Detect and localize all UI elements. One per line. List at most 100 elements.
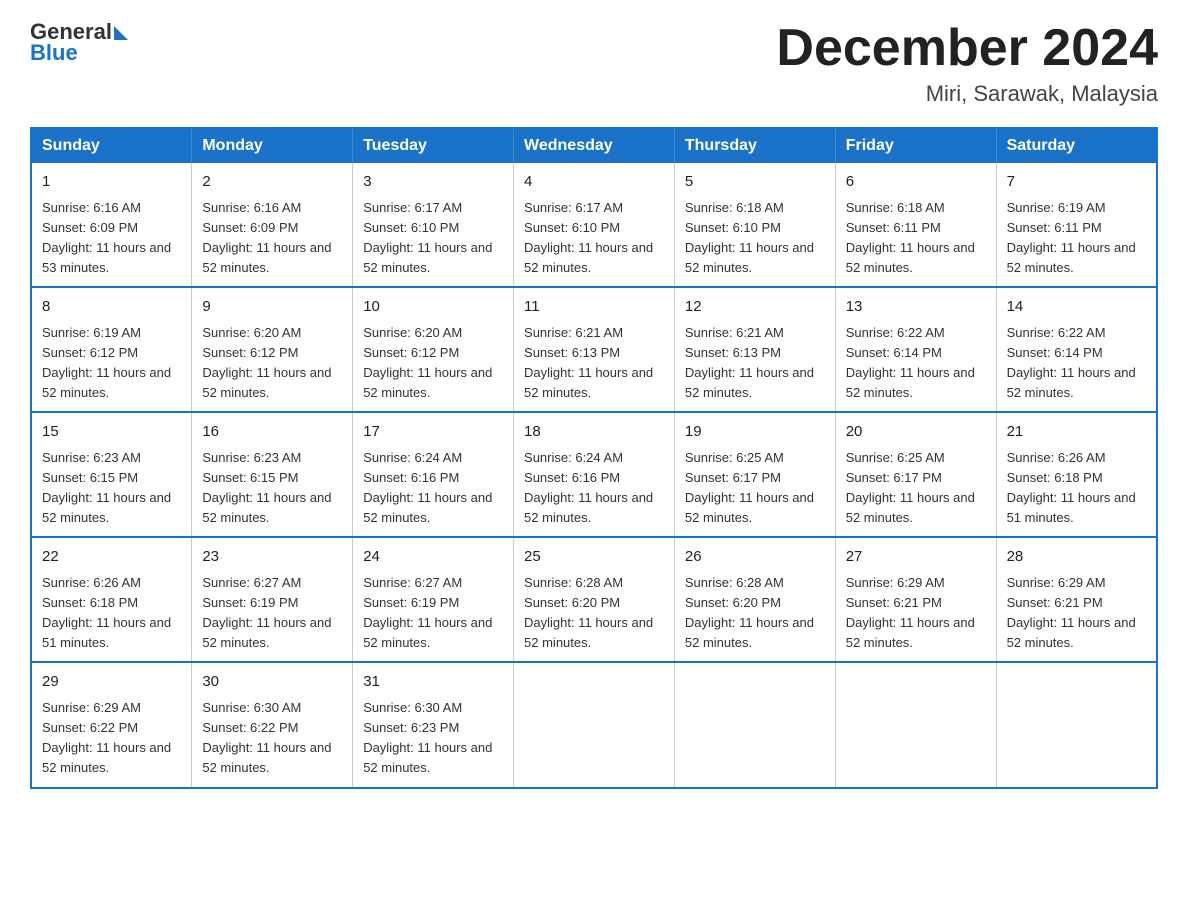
calendar-cell: 6 Sunrise: 6:18 AMSunset: 6:11 PMDaylight… bbox=[835, 163, 996, 287]
day-info: Sunrise: 6:18 AMSunset: 6:11 PMDaylight:… bbox=[846, 198, 986, 279]
day-number: 26 bbox=[685, 546, 825, 569]
calendar-header-tuesday: Tuesday bbox=[353, 128, 514, 163]
calendar-header-thursday: Thursday bbox=[674, 128, 835, 163]
calendar-cell: 23 Sunrise: 6:27 AMSunset: 6:19 PMDayligh… bbox=[192, 537, 353, 662]
day-info: Sunrise: 6:28 AMSunset: 6:20 PMDaylight:… bbox=[524, 573, 664, 654]
calendar-cell: 25 Sunrise: 6:28 AMSunset: 6:20 PMDayligh… bbox=[514, 537, 675, 662]
day-info: Sunrise: 6:22 AMSunset: 6:14 PMDaylight:… bbox=[846, 323, 986, 404]
day-info: Sunrise: 6:23 AMSunset: 6:15 PMDaylight:… bbox=[202, 448, 342, 529]
day-info: Sunrise: 6:16 AMSunset: 6:09 PMDaylight:… bbox=[42, 198, 181, 279]
day-number: 30 bbox=[202, 671, 342, 694]
calendar-cell: 31Sunrise: 6:30 AMSunset: 6:23 PMDayligh… bbox=[353, 662, 514, 787]
day-number: 21 bbox=[1007, 421, 1146, 444]
day-number: 22 bbox=[42, 546, 181, 569]
calendar-cell: 2 Sunrise: 6:16 AMSunset: 6:09 PMDaylight… bbox=[192, 163, 353, 287]
calendar-cell: 30 Sunrise: 6:30 AMSunset: 6:22 PMDayligh… bbox=[192, 662, 353, 787]
day-info: Sunrise: 6:25 AMSunset: 6:17 PMDaylight:… bbox=[846, 448, 986, 529]
day-number: 25 bbox=[524, 546, 664, 569]
day-number: 20 bbox=[846, 421, 986, 444]
day-info: Sunrise: 6:21 AMSunset: 6:13 PMDaylight:… bbox=[524, 323, 664, 404]
day-number: 17 bbox=[363, 421, 503, 444]
calendar-header-monday: Monday bbox=[192, 128, 353, 163]
calendar-cell: 9Sunrise: 6:20 AMSunset: 6:12 PMDaylight… bbox=[192, 287, 353, 412]
day-number: 16 bbox=[202, 421, 342, 444]
calendar-week-row: 1 Sunrise: 6:16 AMSunset: 6:09 PMDaylight… bbox=[31, 163, 1157, 287]
calendar-cell: 12 Sunrise: 6:21 AMSunset: 6:13 PMDayligh… bbox=[674, 287, 835, 412]
day-info: Sunrise: 6:27 AMSunset: 6:19 PMDaylight:… bbox=[202, 573, 342, 654]
calendar-cell: 29 Sunrise: 6:29 AMSunset: 6:22 PMDayligh… bbox=[31, 662, 192, 787]
day-info: Sunrise: 6:22 AMSunset: 6:14 PMDaylight:… bbox=[1007, 323, 1146, 404]
day-info: Sunrise: 6:29 AMSunset: 6:22 PMDaylight:… bbox=[42, 698, 181, 779]
calendar-cell: 1 Sunrise: 6:16 AMSunset: 6:09 PMDaylight… bbox=[31, 163, 192, 287]
day-info: Sunrise: 6:17 AMSunset: 6:10 PMDaylight:… bbox=[363, 198, 503, 279]
calendar-week-row: 22 Sunrise: 6:26 AMSunset: 6:18 PMDayligh… bbox=[31, 537, 1157, 662]
calendar-header-row: SundayMondayTuesdayWednesdayThursdayFrid… bbox=[31, 128, 1157, 163]
day-number: 8 bbox=[42, 296, 181, 319]
calendar-cell: 7 Sunrise: 6:19 AMSunset: 6:11 PMDaylight… bbox=[996, 163, 1157, 287]
day-number: 11 bbox=[524, 296, 664, 319]
day-number: 6 bbox=[846, 171, 986, 194]
calendar-cell: 14 Sunrise: 6:22 AMSunset: 6:14 PMDayligh… bbox=[996, 287, 1157, 412]
day-number: 1 bbox=[42, 171, 181, 194]
day-info: Sunrise: 6:19 AMSunset: 6:12 PMDaylight:… bbox=[42, 323, 181, 404]
calendar-cell: 26 Sunrise: 6:28 AMSunset: 6:20 PMDayligh… bbox=[674, 537, 835, 662]
day-info: Sunrise: 6:20 AMSunset: 6:12 PMDaylight:… bbox=[363, 323, 503, 404]
day-number: 14 bbox=[1007, 296, 1146, 319]
calendar-header-sunday: Sunday bbox=[31, 128, 192, 163]
day-info: Sunrise: 6:20 AMSunset: 6:12 PMDaylight:… bbox=[202, 323, 342, 404]
calendar-cell: 16 Sunrise: 6:23 AMSunset: 6:15 PMDayligh… bbox=[192, 412, 353, 537]
calendar-cell: 13 Sunrise: 6:22 AMSunset: 6:14 PMDayligh… bbox=[835, 287, 996, 412]
calendar-header-wednesday: Wednesday bbox=[514, 128, 675, 163]
day-info: Sunrise: 6:16 AMSunset: 6:09 PMDaylight:… bbox=[202, 198, 342, 279]
day-number: 18 bbox=[524, 421, 664, 444]
day-info: Sunrise: 6:28 AMSunset: 6:20 PMDaylight:… bbox=[685, 573, 825, 654]
day-number: 24 bbox=[363, 546, 503, 569]
day-info: Sunrise: 6:26 AMSunset: 6:18 PMDaylight:… bbox=[42, 573, 181, 654]
calendar-cell: 18Sunrise: 6:24 AMSunset: 6:16 PMDayligh… bbox=[514, 412, 675, 537]
page-header: General Blue December 2024 Miri, Sarawak… bbox=[30, 20, 1158, 107]
calendar-table: SundayMondayTuesdayWednesdayThursdayFrid… bbox=[30, 127, 1158, 788]
day-info: Sunrise: 6:29 AMSunset: 6:21 PMDaylight:… bbox=[1007, 573, 1146, 654]
day-info: Sunrise: 6:21 AMSunset: 6:13 PMDaylight:… bbox=[685, 323, 825, 404]
day-number: 4 bbox=[524, 171, 664, 194]
calendar-week-row: 8 Sunrise: 6:19 AMSunset: 6:12 PMDaylight… bbox=[31, 287, 1157, 412]
day-number: 13 bbox=[846, 296, 986, 319]
day-info: Sunrise: 6:17 AMSunset: 6:10 PMDaylight:… bbox=[524, 198, 664, 279]
day-info: Sunrise: 6:29 AMSunset: 6:21 PMDaylight:… bbox=[846, 573, 986, 654]
calendar-cell: 17 Sunrise: 6:24 AMSunset: 6:16 PMDayligh… bbox=[353, 412, 514, 537]
day-info: Sunrise: 6:24 AMSunset: 6:16 PMDaylight:… bbox=[363, 448, 503, 529]
month-title: December 2024 bbox=[776, 20, 1158, 77]
calendar-cell: 24 Sunrise: 6:27 AMSunset: 6:19 PMDayligh… bbox=[353, 537, 514, 662]
day-info: Sunrise: 6:25 AMSunset: 6:17 PMDaylight:… bbox=[685, 448, 825, 529]
day-info: Sunrise: 6:27 AMSunset: 6:19 PMDaylight:… bbox=[363, 573, 503, 654]
calendar-cell bbox=[674, 662, 835, 787]
day-number: 15 bbox=[42, 421, 181, 444]
day-number: 29 bbox=[42, 671, 181, 694]
day-number: 2 bbox=[202, 171, 342, 194]
calendar-week-row: 15 Sunrise: 6:23 AMSunset: 6:15 PMDayligh… bbox=[31, 412, 1157, 537]
day-info: Sunrise: 6:19 AMSunset: 6:11 PMDaylight:… bbox=[1007, 198, 1146, 279]
calendar-cell: 20 Sunrise: 6:25 AMSunset: 6:17 PMDayligh… bbox=[835, 412, 996, 537]
day-number: 5 bbox=[685, 171, 825, 194]
logo-blue-text: Blue bbox=[30, 40, 128, 66]
calendar-week-row: 29 Sunrise: 6:29 AMSunset: 6:22 PMDayligh… bbox=[31, 662, 1157, 787]
day-info: Sunrise: 6:30 AMSunset: 6:22 PMDaylight:… bbox=[202, 698, 342, 779]
logo: General Blue bbox=[30, 20, 128, 66]
calendar-header-friday: Friday bbox=[835, 128, 996, 163]
day-number: 12 bbox=[685, 296, 825, 319]
calendar-cell: 15 Sunrise: 6:23 AMSunset: 6:15 PMDayligh… bbox=[31, 412, 192, 537]
day-number: 28 bbox=[1007, 546, 1146, 569]
calendar-cell: 19Sunrise: 6:25 AMSunset: 6:17 PMDayligh… bbox=[674, 412, 835, 537]
calendar-cell: 5Sunrise: 6:18 AMSunset: 6:10 PMDaylight… bbox=[674, 163, 835, 287]
calendar-header-saturday: Saturday bbox=[996, 128, 1157, 163]
calendar-cell: 11 Sunrise: 6:21 AMSunset: 6:13 PMDayligh… bbox=[514, 287, 675, 412]
title-block: December 2024 Miri, Sarawak, Malaysia bbox=[776, 20, 1158, 107]
calendar-cell bbox=[514, 662, 675, 787]
calendar-cell: 3Sunrise: 6:17 AMSunset: 6:10 PMDaylight… bbox=[353, 163, 514, 287]
day-number: 7 bbox=[1007, 171, 1146, 194]
calendar-cell: 8 Sunrise: 6:19 AMSunset: 6:12 PMDaylight… bbox=[31, 287, 192, 412]
calendar-cell bbox=[835, 662, 996, 787]
day-info: Sunrise: 6:26 AMSunset: 6:18 PMDaylight:… bbox=[1007, 448, 1146, 529]
day-number: 23 bbox=[202, 546, 342, 569]
day-info: Sunrise: 6:23 AMSunset: 6:15 PMDaylight:… bbox=[42, 448, 181, 529]
